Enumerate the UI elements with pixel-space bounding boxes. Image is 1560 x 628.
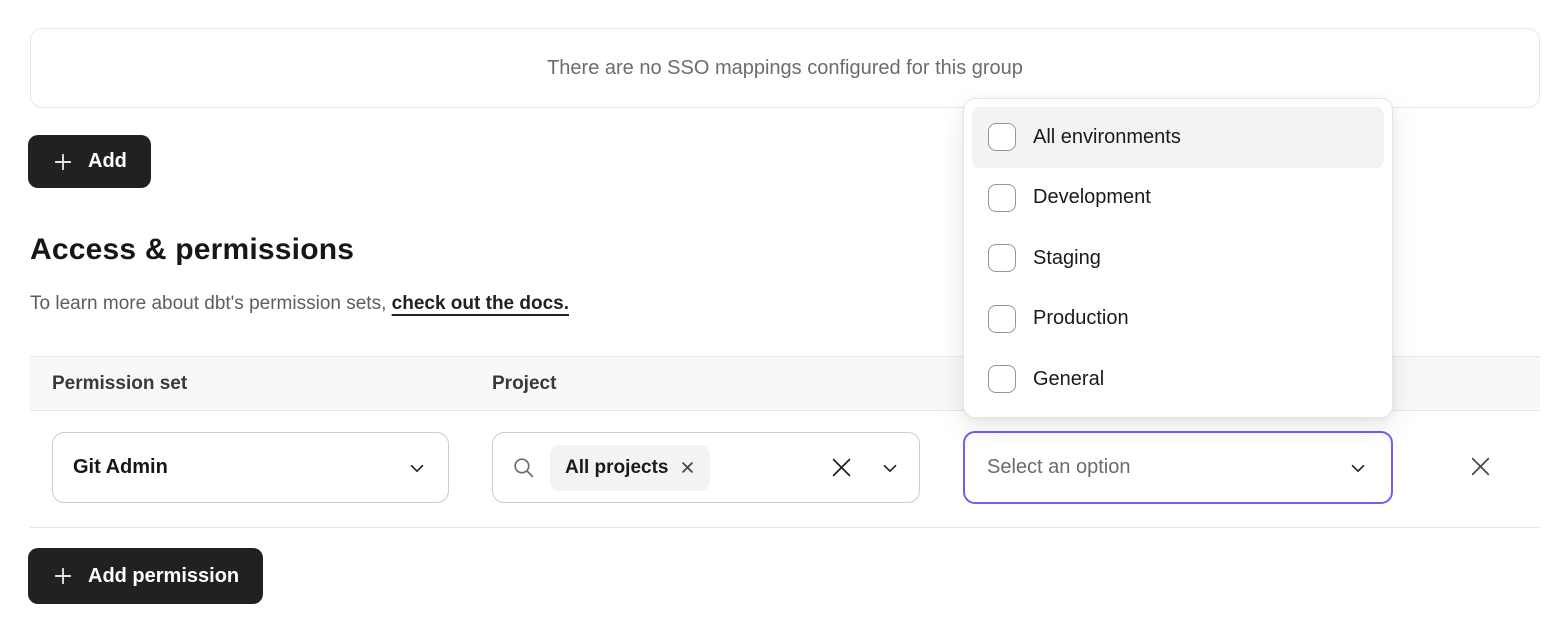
environment-option[interactable]: General	[972, 349, 1384, 410]
environment-option-label: Development	[1033, 186, 1151, 209]
clear-selection-icon[interactable]	[828, 454, 855, 481]
environment-option-label: Production	[1033, 307, 1129, 330]
environment-dropdown-panel: All environments Development Staging Pro…	[963, 98, 1393, 418]
group-settings-page: There are no SSO mappings configured for…	[0, 0, 1560, 628]
search-icon	[511, 455, 536, 480]
sso-mappings-empty-banner: There are no SSO mappings configured for…	[30, 28, 1540, 108]
permission-table-row: Git Admin All projects	[30, 412, 1540, 528]
permission-set-value: Git Admin	[73, 456, 406, 479]
chevron-down-icon	[406, 457, 428, 479]
environment-option-label: All environments	[1033, 126, 1181, 149]
checkbox[interactable]	[988, 365, 1016, 393]
plus-icon	[52, 565, 74, 587]
remove-permission-row-button[interactable]	[1450, 436, 1510, 496]
environment-placeholder: Select an option	[987, 456, 1347, 479]
checkbox[interactable]	[988, 123, 1016, 151]
environment-option[interactable]: Development	[972, 168, 1384, 229]
environment-option[interactable]: Production	[972, 289, 1384, 350]
add-permission-button[interactable]: Add permission	[28, 548, 263, 604]
permission-set-select[interactable]: Git Admin	[52, 432, 449, 503]
plus-icon	[52, 151, 74, 173]
environment-option-label: Staging	[1033, 247, 1101, 270]
checkbox[interactable]	[988, 244, 1016, 272]
docs-link[interactable]: check out the docs.	[392, 293, 569, 314]
environment-option[interactable]: All environments	[972, 107, 1384, 168]
section-subtitle: To learn more about dbt's permission set…	[30, 293, 569, 315]
environment-option[interactable]: Staging	[972, 228, 1384, 289]
environment-option-label: General	[1033, 368, 1104, 391]
checkbox[interactable]	[988, 184, 1016, 212]
add-button-label: Add	[88, 150, 127, 173]
environment-select[interactable]: Select an option	[963, 431, 1393, 504]
chevron-down-icon[interactable]	[879, 457, 901, 479]
project-multiselect[interactable]: All projects	[492, 432, 920, 503]
checkbox[interactable]	[988, 305, 1016, 333]
chevron-down-icon	[1347, 457, 1369, 479]
add-permission-label: Add permission	[88, 565, 239, 588]
subtitle-text: To learn more about dbt's permission set…	[30, 293, 392, 314]
sso-empty-message: There are no SSO mappings configured for…	[547, 57, 1023, 80]
column-header-project: Project	[492, 357, 556, 410]
column-header-permission-set: Permission set	[52, 357, 187, 410]
page-title: Access & permissions	[30, 233, 354, 267]
project-chip: All projects	[550, 445, 710, 491]
chip-remove-icon[interactable]	[680, 460, 695, 475]
add-sso-mapping-button[interactable]: Add	[28, 135, 151, 188]
project-chip-label: All projects	[565, 457, 668, 479]
